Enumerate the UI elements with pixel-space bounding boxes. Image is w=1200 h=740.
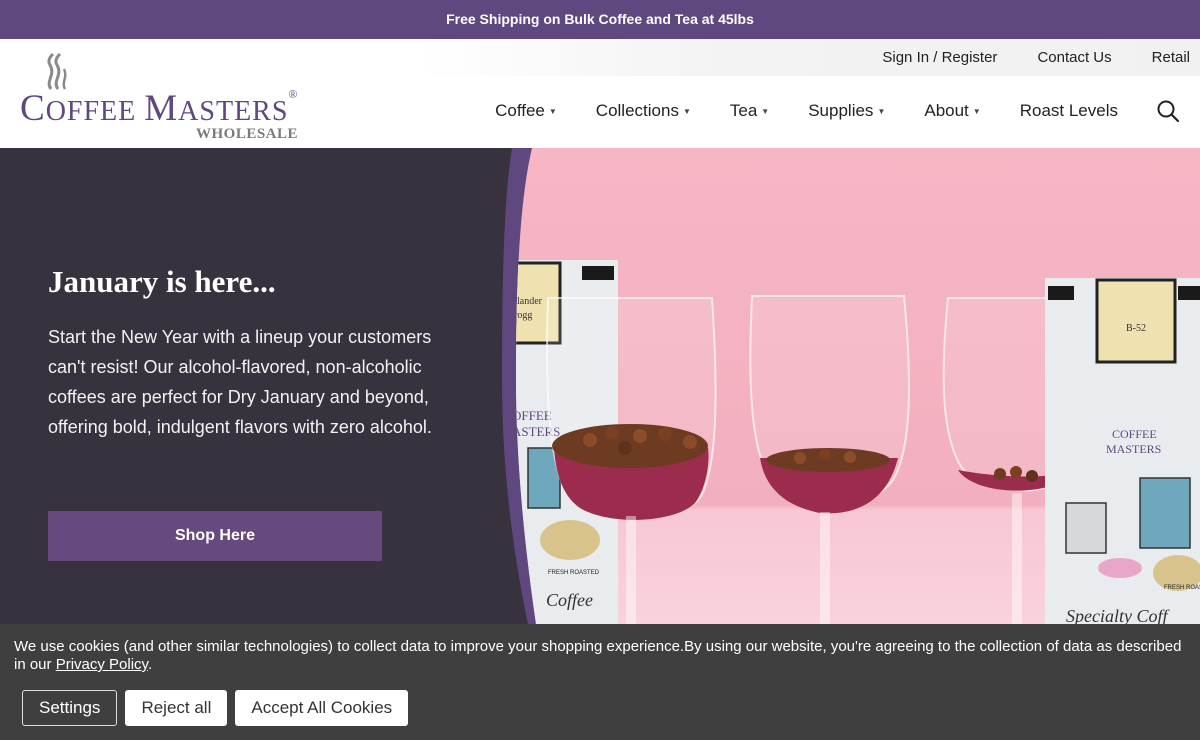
- caret-down-icon: ▼: [972, 106, 981, 116]
- caret-down-icon: ▼: [761, 106, 770, 116]
- caret-down-icon: ▼: [548, 106, 557, 116]
- utility-links: Sign In / Register Contact Us Retail: [882, 39, 1190, 76]
- promo-text: Free Shipping on Bulk Coffee and Tea at …: [446, 11, 754, 27]
- nav-coffee[interactable]: Coffee ▼: [495, 101, 557, 121]
- caret-down-icon: ▼: [682, 106, 691, 116]
- main-nav: Coffee ▼ Collections ▼ Tea ▼ Supplies ▼ Abou…: [456, 99, 1180, 123]
- hero-content: January is here... Start the New Year wi…: [48, 264, 448, 442]
- privacy-policy-link[interactable]: Privacy Policy: [56, 656, 148, 673]
- svg-text:OFFEE: OFFEE: [512, 408, 552, 423]
- svg-text:B-52: B-52: [1126, 323, 1146, 334]
- nav-tea[interactable]: Tea ▼: [730, 101, 769, 121]
- cookie-actions: Settings Reject all Accept All Cookies: [22, 690, 409, 726]
- cookie-settings-button[interactable]: Settings: [22, 690, 118, 726]
- nav-about[interactable]: About ▼: [924, 101, 980, 121]
- svg-text:FRESH ROASTED: FRESH ROASTED: [548, 570, 600, 576]
- site-logo[interactable]: COFFEE MASTERS® WHOLESALE: [20, 51, 320, 142]
- sign-in-link[interactable]: Sign In / Register: [882, 49, 997, 66]
- logo-subtitle: WHOLESALE: [196, 126, 299, 142]
- search-icon[interactable]: [1156, 99, 1180, 123]
- steam-icon: [47, 53, 67, 90]
- site-header: Sign In / Register Contact Us Retail COF…: [0, 39, 1200, 148]
- svg-text:Specialty Coff: Specialty Coff: [1066, 606, 1170, 624]
- hero-description: Start the New Year with a lineup your cu…: [48, 327, 432, 437]
- svg-text:Coffee: Coffee: [546, 590, 593, 610]
- svg-text:rogg: rogg: [514, 310, 532, 321]
- caret-down-icon: ▼: [877, 106, 886, 116]
- logo-wordmark: COFFEE MASTERS®: [20, 87, 299, 129]
- nav-collections[interactable]: Collections ▼: [596, 101, 691, 121]
- cookie-banner: We use cookies (and other similar techno…: [0, 624, 1200, 740]
- hero-title: January is here...: [48, 264, 276, 299]
- retail-link[interactable]: Retail: [1152, 49, 1190, 66]
- coffee-bag-right: B-52 COFFEE MASTERS FRESH ROASTED Specia…: [1045, 278, 1200, 624]
- contact-link[interactable]: Contact Us: [1037, 49, 1111, 66]
- svg-text:FRESH ROASTED: FRESH ROASTED: [1164, 585, 1200, 591]
- shop-here-button[interactable]: Shop Here: [48, 511, 382, 561]
- nav-supplies[interactable]: Supplies ▼: [808, 101, 885, 121]
- reject-all-button[interactable]: Reject all: [125, 690, 228, 726]
- promo-banner: Free Shipping on Bulk Coffee and Tea at …: [0, 0, 1200, 39]
- hero-banner: hlander rogg OFFEE ASTERS FRESH ROASTED …: [0, 148, 1200, 624]
- svg-text:COFFEE: COFFEE: [1112, 427, 1157, 441]
- accept-all-cookies-button[interactable]: Accept All Cookies: [235, 690, 409, 726]
- svg-text:MASTERS: MASTERS: [1106, 442, 1161, 456]
- cookie-message: We use cookies (and other similar techno…: [14, 638, 1182, 673]
- nav-roast-levels[interactable]: Roast Levels: [1020, 101, 1118, 121]
